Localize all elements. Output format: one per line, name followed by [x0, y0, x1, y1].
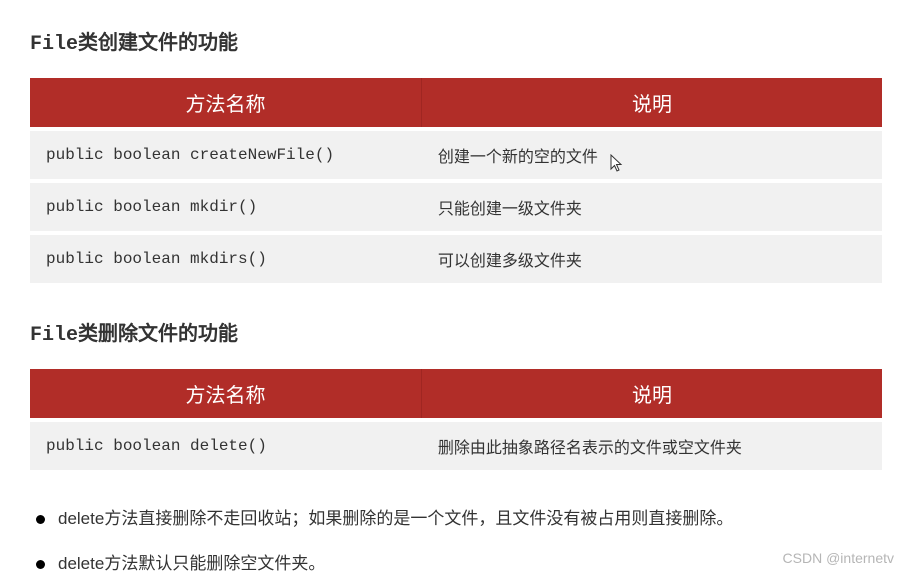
method-desc: 可以创建多级文件夹	[422, 235, 882, 283]
table-header-desc: 说明	[422, 78, 882, 127]
table-row: public boolean delete() 删除由此抽象路径名表示的文件或空…	[30, 422, 882, 470]
table-header-method: 方法名称	[30, 78, 422, 127]
section-title-rest: 类创建文件的功能	[78, 32, 238, 54]
method-signature: public boolean createNewFile()	[30, 131, 422, 179]
table-header-desc: 说明	[422, 369, 882, 418]
table-header-row: 方法名称 说明	[30, 369, 882, 418]
section-title-prefix: File	[30, 324, 78, 347]
section-title-rest: 类删除文件的功能	[78, 323, 238, 345]
note-item: delete方法直接删除不走回收站；如果删除的是一个文件，且文件没有被占用则直接…	[30, 504, 882, 535]
note-item: delete方法默认只能删除空文件夹。	[30, 549, 882, 579]
notes-list: delete方法直接删除不走回收站；如果删除的是一个文件，且文件没有被占用则直接…	[30, 504, 882, 579]
method-signature: public boolean mkdir()	[30, 183, 422, 231]
section-title-create: File类创建文件的功能	[30, 26, 882, 56]
table-row: public boolean mkdir() 只能创建一级文件夹	[30, 183, 882, 231]
table-header-row: 方法名称 说明	[30, 78, 882, 127]
table-row: public boolean createNewFile() 创建一个新的空的文…	[30, 131, 882, 179]
section-title-prefix: File	[30, 33, 78, 56]
method-desc: 创建一个新的空的文件	[422, 131, 882, 179]
watermark: CSDN @internetv	[783, 550, 894, 566]
method-desc: 只能创建一级文件夹	[422, 183, 882, 231]
method-desc: 删除由此抽象路径名表示的文件或空文件夹	[422, 422, 882, 470]
method-signature: public boolean delete()	[30, 422, 422, 470]
table-row: public boolean mkdirs() 可以创建多级文件夹	[30, 235, 882, 283]
create-methods-table: 方法名称 说明 public boolean createNewFile() 创…	[30, 74, 882, 287]
section-title-delete: File类删除文件的功能	[30, 317, 882, 347]
delete-methods-table: 方法名称 说明 public boolean delete() 删除由此抽象路径…	[30, 365, 882, 474]
table-header-method: 方法名称	[30, 369, 422, 418]
method-signature: public boolean mkdirs()	[30, 235, 422, 283]
